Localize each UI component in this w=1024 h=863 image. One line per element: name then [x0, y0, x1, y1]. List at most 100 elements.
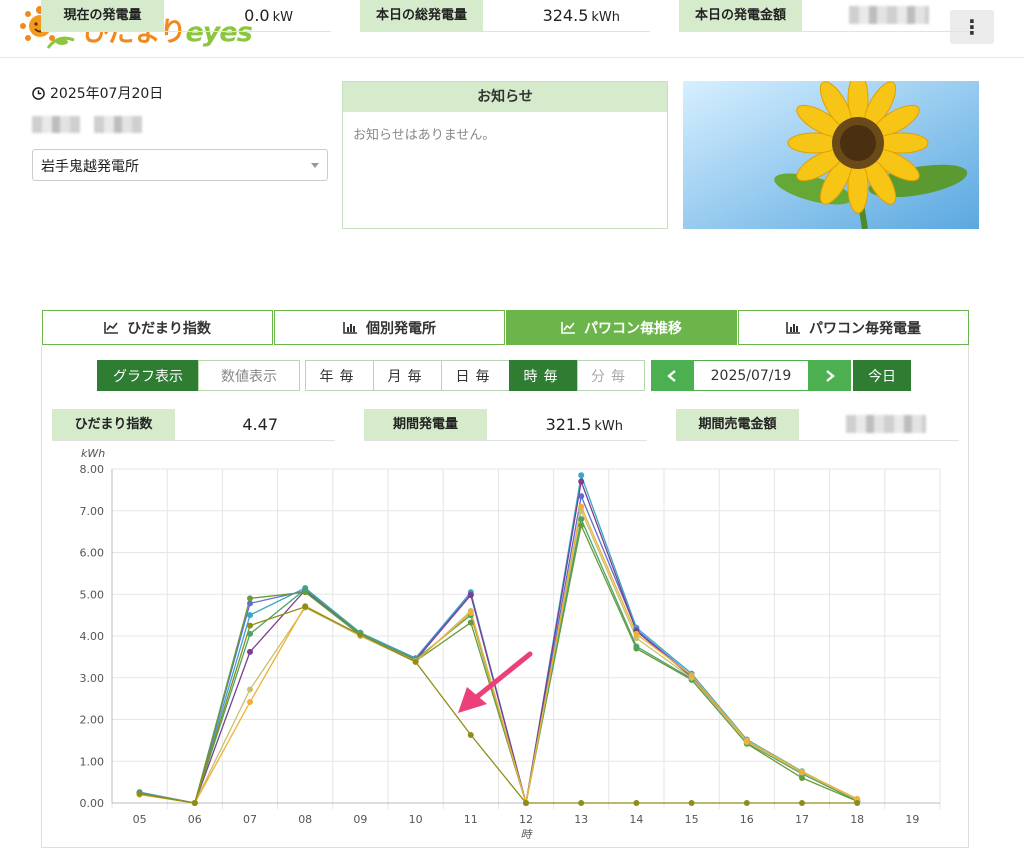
graph-view-button[interactable]: グラフ表示 — [97, 360, 199, 391]
x-axis-label: 時 — [521, 828, 534, 841]
period-day-button[interactable]: 日毎 — [441, 360, 510, 391]
data-point — [799, 768, 805, 775]
data-point — [578, 516, 585, 523]
x-tick-label: 09 — [353, 813, 367, 826]
notice-title: お知らせ — [343, 82, 667, 112]
chevron-right-icon — [826, 369, 835, 382]
period-index-stat: ひだまり指数 4.47 — [52, 409, 335, 441]
amount-redacted — [849, 6, 929, 24]
period-month-button[interactable]: 月毎 — [373, 360, 442, 391]
data-point — [247, 698, 253, 705]
tab-hidamari-index[interactable]: ひだまり指数 — [42, 310, 273, 345]
x-tick-label: 13 — [574, 813, 588, 826]
data-point — [247, 630, 253, 637]
data-point — [247, 595, 253, 602]
period-energy-stat: 期間発電量 321.5 kWh — [364, 409, 647, 441]
data-point — [578, 503, 585, 510]
clock-icon — [32, 86, 45, 100]
tab-pcs-output[interactable]: パワコン毎発電量 — [738, 310, 969, 345]
x-tick-label: 06 — [188, 813, 202, 826]
y-tick-label: 7.00 — [80, 505, 105, 518]
x-tick-label: 05 — [133, 813, 147, 826]
x-tick-label: 11 — [464, 813, 478, 826]
bar-chart-icon — [786, 322, 800, 334]
data-point — [578, 472, 585, 479]
x-tick-label: 17 — [795, 813, 809, 826]
line-chart-icon — [561, 322, 575, 334]
data-point — [247, 686, 253, 693]
period-sales-stat: 期間売電金額 — [676, 409, 959, 441]
y-tick-label: 6.00 — [80, 547, 105, 560]
prev-date-button[interactable] — [651, 360, 693, 391]
period-year-button[interactable]: 年毎 — [305, 360, 374, 391]
y-tick-label: 2.00 — [80, 714, 105, 727]
data-point — [688, 672, 695, 679]
period-minute-button[interactable]: 分毎 — [577, 360, 645, 391]
data-point — [302, 603, 309, 610]
data-point — [633, 630, 640, 637]
caret-down-icon — [311, 163, 319, 168]
data-point — [357, 631, 364, 638]
tab-pcs-trend[interactable]: パワコン毎推移 — [506, 310, 737, 345]
notice-body: お知らせはありません。 — [353, 128, 496, 143]
data-point — [578, 478, 585, 485]
data-point — [136, 790, 143, 797]
y-tick-label: 5.00 — [80, 588, 105, 601]
today-button[interactable]: 今日 — [853, 360, 911, 391]
data-point — [247, 612, 253, 619]
data-point — [633, 800, 640, 806]
data-point — [854, 800, 861, 806]
data-point — [578, 522, 585, 529]
data-point — [247, 648, 253, 655]
data-point — [467, 731, 474, 738]
next-date-button[interactable] — [809, 360, 851, 391]
data-point — [578, 800, 585, 806]
x-tick-label: 18 — [850, 813, 864, 826]
x-tick-label: 07 — [243, 813, 257, 826]
data-point — [688, 800, 695, 806]
y-tick-label: 8.00 — [80, 463, 105, 476]
pcs-hourly-line-chart: 0.00 1.00 2.00 3.00 4.00 5.00 6.00 7.00 8.00 05 06… — [80, 447, 941, 841]
data-point — [799, 800, 805, 806]
data-point — [467, 610, 474, 617]
data-point — [523, 800, 529, 806]
x-tick-label: 19 — [905, 813, 919, 826]
current-output-stat: 現在の発電量 0.0 kW — [41, 0, 331, 32]
data-point — [467, 592, 474, 599]
y-tick-label: 0.00 — [80, 797, 105, 810]
plant-select[interactable]: 岩手鬼越発電所 — [32, 149, 328, 181]
x-tick-label: 10 — [409, 813, 423, 826]
tab-individual-plants[interactable]: 個別発電所 — [274, 310, 505, 345]
table-view-button[interactable]: 数値表示 — [198, 360, 300, 391]
data-point — [247, 622, 253, 629]
date-field[interactable]: 2025/07/19 — [693, 360, 809, 391]
bar-chart-icon — [343, 322, 357, 334]
user-name-redacted — [32, 116, 142, 133]
data-point — [412, 658, 419, 665]
line-chart-icon — [104, 322, 119, 334]
x-tick-label: 16 — [740, 813, 754, 826]
today-amount-stat: 本日の発電金額 — [679, 0, 969, 32]
sunflower-image — [683, 81, 979, 229]
x-tick-label: 12 — [519, 813, 533, 826]
today-total-stat: 本日の総発電量 324.5 kWh — [360, 0, 650, 32]
notice-panel: お知らせ お知らせはありません。 — [342, 81, 668, 229]
annotation-arrow-shaft — [470, 651, 533, 703]
x-tick-label: 15 — [685, 813, 699, 826]
current-date: 2025年07月20日 — [32, 83, 163, 103]
data-point — [578, 493, 585, 500]
data-point — [302, 586, 309, 593]
y-tick-label: 3.00 — [80, 672, 105, 685]
data-point — [743, 800, 750, 806]
y-tick-label: 1.00 — [80, 755, 105, 768]
period-hour-button[interactable]: 時毎 — [509, 360, 578, 391]
y-tick-label: 4.00 — [80, 630, 105, 643]
data-point — [633, 643, 640, 650]
x-tick-label: 08 — [298, 813, 312, 826]
sales-redacted — [846, 415, 926, 433]
y-axis-label: kWh — [81, 447, 105, 460]
data-point — [467, 619, 474, 626]
chevron-left-icon — [667, 369, 676, 382]
data-point — [191, 800, 198, 806]
data-point — [743, 737, 750, 744]
